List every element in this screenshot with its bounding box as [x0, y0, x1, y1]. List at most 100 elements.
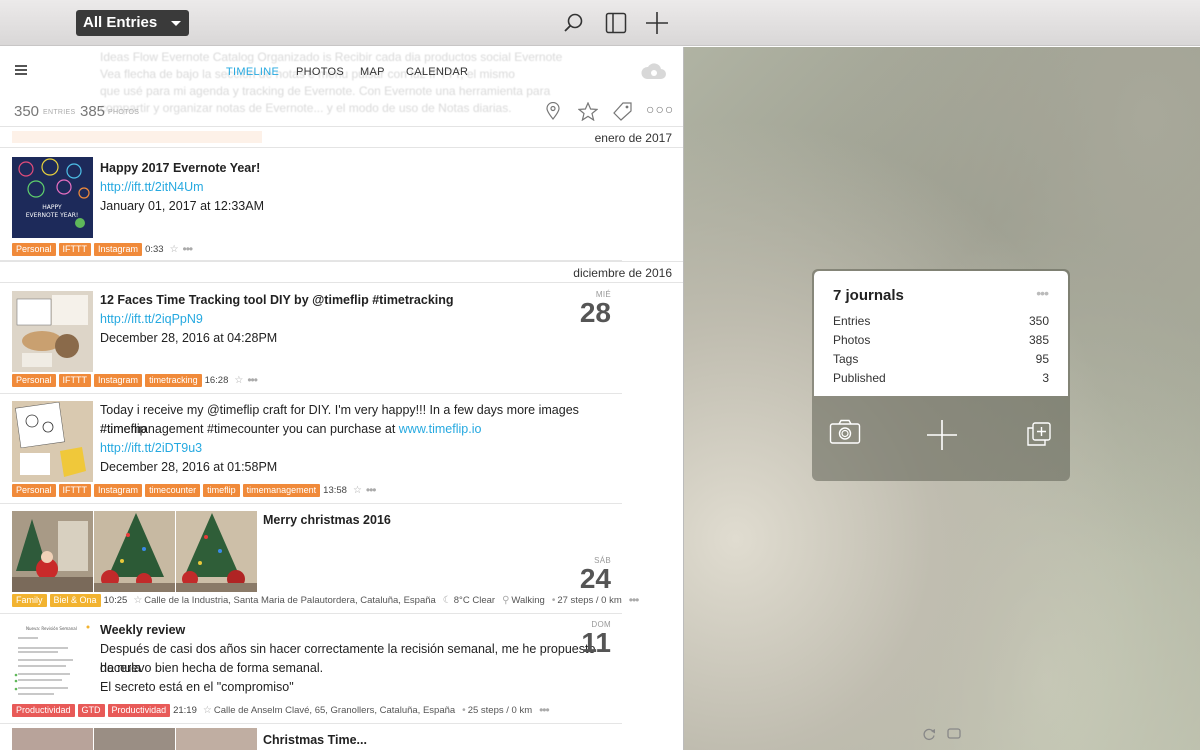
tag-badge[interactable]: Biel & Ona — [49, 593, 101, 607]
day-marker: SÁB 24 — [580, 556, 611, 593]
entry-time: 16:28 — [204, 374, 229, 386]
tag-badge[interactable]: Instagram — [94, 373, 143, 387]
entry-tags: Personal IFTTT Instagram timecounter tim… — [12, 483, 376, 497]
entry-steps: 25 steps / 0 km — [467, 704, 533, 716]
entry-body: #timemanagement #timecounter you can pur… — [100, 420, 610, 439]
more-icon[interactable]: ••• — [366, 483, 377, 497]
star-icon[interactable]: ☆ — [353, 485, 362, 496]
tag-badge[interactable]: Instagram — [94, 483, 143, 497]
summary-label: Tags — [833, 352, 859, 366]
cloud-sync-icon[interactable] — [640, 61, 668, 81]
star-icon[interactable]: ☆ — [203, 705, 212, 716]
entries-label: ENTRIES — [43, 109, 76, 116]
entry-link[interactable]: http://ift.tt/2iDT9u3 — [100, 439, 610, 458]
summary-row: Tags 95 — [833, 352, 1049, 366]
entry-link[interactable]: http://ift.tt/2iqPpN9 — [100, 310, 610, 329]
entry-inline-link[interactable]: www.timeflip.io — [399, 422, 482, 436]
bullet-icon: • — [462, 704, 466, 716]
refresh-icon[interactable] — [922, 727, 936, 741]
tag-badge[interactable]: timecounter — [145, 483, 201, 497]
entry-body-text: #timemanagement #timecounter you can pur… — [100, 422, 399, 436]
entry-body: de nuevo bien hecha de forma semanal. — [100, 661, 324, 675]
more-icon[interactable]: ••• — [539, 703, 550, 717]
timeline-entry[interactable]: Nueva: Revisión Semanal Weekly review De… — [0, 614, 622, 724]
more-icon[interactable]: ••• — [247, 373, 258, 387]
plus-icon[interactable] — [645, 11, 669, 35]
tag-badge[interactable]: Family — [12, 593, 47, 607]
entry-title: Happy 2017 Evernote Year! — [100, 161, 261, 175]
thumb-caption: EVERNOTE YEAR! — [26, 212, 79, 219]
tag-badge[interactable]: Productividad — [12, 703, 75, 717]
tag-badge[interactable]: timeflip — [203, 483, 240, 497]
tag-badge[interactable]: IFTTT — [58, 373, 92, 387]
photos-label: PHOTOS — [108, 109, 140, 116]
tag-badge[interactable]: timemanagement — [242, 483, 321, 497]
title-bar: All Entries — [0, 0, 1200, 46]
entry-tags: Personal IFTTT Instagram 0:33 ☆ ••• — [12, 242, 194, 256]
sidebar-toggle-icon[interactable] — [604, 11, 628, 35]
entry-date: December 28, 2016 at 04:28PM — [100, 331, 278, 345]
tag-badge[interactable]: IFTTT — [58, 483, 92, 497]
entry-photo — [176, 728, 257, 750]
entry-thumbnail: Nueva: Revisión Semanal — [12, 621, 93, 702]
location-pin-icon[interactable] — [545, 102, 561, 120]
entry-link[interactable]: http://ift.tt/2itN4Um — [100, 178, 610, 197]
journal-select[interactable]: All Entries — [76, 10, 190, 36]
summary-label: Photos — [833, 333, 871, 347]
month-label: enero de 2017 — [594, 131, 672, 145]
star-icon[interactable]: ☆ — [234, 375, 243, 386]
entry-time: 13:58 — [323, 484, 347, 496]
tag-icon[interactable] — [612, 102, 632, 121]
summary-label: Entries — [833, 314, 871, 328]
entry-thumbnail — [12, 401, 93, 482]
entry-date: December 28, 2016 at 01:58PM — [100, 460, 278, 474]
thumb-caption: HAPPY — [42, 204, 62, 211]
summary-value: 350 — [1028, 314, 1049, 328]
summary-row: Photos 385 — [833, 333, 1049, 347]
journals-summary: 7 journals ••• Entries 350 Photos 385 Ta… — [814, 271, 1068, 396]
entry-thumbnail: HAPPY EVERNOTE YEAR! — [12, 157, 93, 238]
timeline-entry[interactable]: Merry christmas 2016 SÁB 24 Family Biel … — [0, 504, 639, 614]
search-icon[interactable] — [562, 11, 586, 35]
entry-weather: 8°C Clear — [453, 594, 496, 606]
tag-badge[interactable]: Instagram — [94, 242, 143, 256]
tag-badge[interactable]: Personal — [12, 242, 56, 256]
tab-timeline[interactable]: TIMELINE — [226, 66, 279, 78]
entry-activity: Walking — [511, 594, 545, 606]
tag-badge[interactable]: GTD — [77, 703, 105, 717]
more-icon[interactable]: ••• — [629, 593, 640, 607]
star-icon[interactable]: ☆ — [133, 595, 142, 606]
more-icon[interactable]: ○○○ — [646, 101, 674, 117]
more-icon[interactable]: ••• — [183, 242, 194, 256]
summary-value: 3 — [1042, 371, 1049, 385]
duplicate-icon[interactable] — [1026, 421, 1052, 447]
month-label: diciembre de 2016 — [573, 266, 672, 280]
more-icon[interactable]: ••• — [1036, 285, 1049, 301]
tag-badge[interactable]: Personal — [12, 483, 56, 497]
entry-photo — [176, 511, 257, 592]
timeline-entry[interactable]: HAPPY EVERNOTE YEAR! Happy 2017 Evernote… — [0, 149, 622, 261]
window-icon[interactable] — [947, 728, 961, 739]
tab-photos[interactable]: PHOTOS — [296, 66, 344, 78]
entry-time: 10:25 — [103, 594, 128, 606]
month-header: enero de 2017 — [0, 126, 683, 148]
tab-calendar[interactable]: CALENDAR — [406, 66, 468, 78]
entries-count: 350 — [14, 103, 40, 120]
camera-icon[interactable] — [829, 419, 861, 445]
plus-icon[interactable] — [926, 419, 958, 451]
menu-icon[interactable] — [15, 65, 27, 75]
timeline-entry[interactable]: Christmas Time... — [0, 724, 622, 750]
entry-title: Christmas Time... — [263, 733, 367, 747]
star-icon[interactable] — [578, 102, 598, 121]
tag-badge[interactable]: Personal — [12, 373, 56, 387]
entry-time: 21:19 — [173, 704, 197, 716]
timeline-entry[interactable]: 12 Faces Time Tracking tool DIY by @time… — [0, 284, 622, 394]
timeline-entry[interactable]: Today i receive my @timeflip craft for D… — [0, 394, 622, 504]
tag-badge[interactable]: IFTTT — [58, 242, 92, 256]
star-icon[interactable]: ☆ — [170, 244, 179, 255]
entry-location: Calle de Anselm Clavé, 65, Granollers, C… — [213, 704, 456, 716]
tag-badge[interactable]: timetracking — [145, 373, 202, 387]
summary-row: Entries 350 — [833, 314, 1049, 328]
tab-map[interactable]: MAP — [360, 66, 385, 78]
tag-badge[interactable]: Productividad — [107, 703, 171, 717]
